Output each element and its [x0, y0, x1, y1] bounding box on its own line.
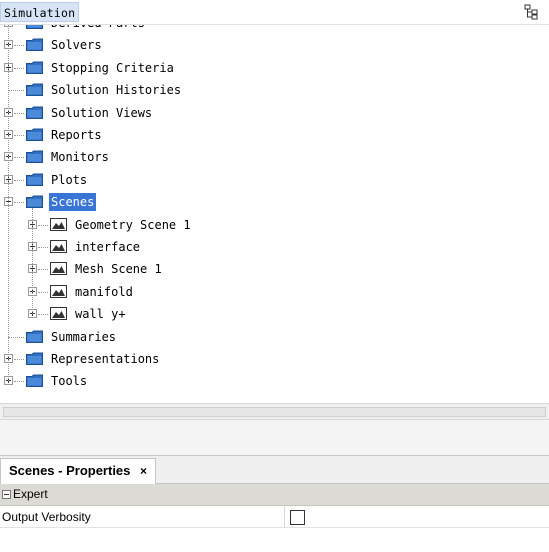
tree-item-folder[interactable]: Reports — [0, 124, 549, 146]
tree-connector — [8, 337, 24, 338]
tree-item-label[interactable]: Representations — [49, 350, 161, 368]
property-name: Output Verbosity — [2, 510, 91, 524]
tree-connector — [14, 135, 24, 136]
output-verbosity-checkbox[interactable] — [290, 510, 305, 525]
tree-guide-line — [32, 208, 33, 314]
column-divider — [284, 506, 285, 528]
tree-item-label[interactable]: Tools — [49, 372, 89, 390]
tree-item-label[interactable]: manifold — [73, 283, 135, 301]
tree-horizontal-scrollbar[interactable] — [0, 403, 549, 420]
tree-item-folder[interactable]: Solvers — [0, 34, 549, 56]
folder-icon — [26, 330, 43, 343]
scene-icon — [50, 262, 67, 275]
folder-icon — [26, 38, 43, 51]
tree-item-scene[interactable]: Mesh Scene 1 — [0, 258, 549, 280]
tree-item-label[interactable]: Monitors — [49, 148, 111, 166]
scene-icon — [50, 240, 67, 253]
expert-section-header[interactable]: Expert — [0, 484, 549, 506]
tree-connector — [14, 180, 24, 181]
folder-icon — [26, 173, 43, 186]
folder-icon — [26, 25, 43, 29]
tree-item-scene[interactable]: wall y+ — [0, 303, 549, 325]
tree-connector — [38, 225, 48, 226]
tree-item-label[interactable]: Reports — [49, 126, 104, 144]
tab-scenes-properties[interactable]: Scenes - Properties × — [0, 458, 157, 484]
tree-item-folder[interactable]: Derived Parts — [0, 25, 549, 34]
tree-item-label[interactable]: Solution Views — [49, 104, 154, 122]
tree-guide-line — [8, 25, 9, 381]
tree-item-scene[interactable]: manifold — [0, 281, 549, 303]
tree-connector — [14, 359, 24, 360]
tree-connector — [14, 157, 24, 158]
tree-item-folder[interactable]: Scenes — [0, 191, 549, 213]
tree-connector — [8, 90, 24, 91]
scene-icon — [50, 285, 67, 298]
tree-connector — [38, 314, 48, 315]
tree-item-folder[interactable]: Plots — [0, 169, 549, 191]
tree-connector — [14, 45, 24, 46]
tree-item-folder[interactable]: Representations — [0, 348, 549, 370]
scrollbar-thumb[interactable] — [3, 407, 546, 417]
scene-icon — [50, 307, 67, 320]
tree-item-scene[interactable]: interface — [0, 236, 549, 258]
collapse-icon[interactable] — [2, 490, 11, 499]
tree-item-label[interactable]: Derived Parts — [49, 25, 147, 32]
tree-item-folder[interactable]: Solution Views — [0, 102, 549, 124]
tree-connector — [14, 381, 24, 382]
tree-item-label[interactable]: Mesh Scene 1 — [73, 260, 164, 278]
close-icon[interactable]: × — [140, 464, 147, 478]
tree-item-label[interactable]: Stopping Criteria — [49, 59, 176, 77]
folder-icon — [26, 61, 43, 74]
folder-icon — [26, 150, 43, 163]
folder-icon — [26, 83, 43, 96]
tree-connector — [38, 247, 48, 248]
tree-item-folder[interactable]: Monitors — [0, 146, 549, 168]
panel-splitter[interactable] — [0, 420, 549, 456]
tree-item-label[interactable]: wall y+ — [73, 305, 128, 323]
simulation-title[interactable]: Simulation — [0, 2, 80, 22]
folder-icon — [26, 352, 43, 365]
folder-icon — [26, 195, 43, 208]
tree-item-scene[interactable]: Geometry Scene 1 — [0, 214, 549, 236]
tree-item-folder[interactable]: Solution Histories — [0, 79, 549, 101]
folder-icon — [26, 374, 43, 387]
section-label: Expert — [13, 487, 48, 501]
simulation-header: Simulation — [0, 0, 549, 24]
tree-connector — [38, 292, 48, 293]
tree-view-icon[interactable] — [523, 4, 539, 20]
tree-item-label[interactable]: Scenes — [49, 193, 97, 211]
tree-item-label[interactable]: Summaries — [49, 328, 118, 346]
folder-icon — [26, 128, 43, 141]
tree-item-folder[interactable]: Summaries — [0, 326, 549, 348]
properties-tabbar: Scenes - Properties × — [0, 456, 549, 484]
tree-connector — [14, 68, 24, 69]
tree-item-label[interactable]: Geometry Scene 1 — [73, 216, 193, 234]
tree-item-label[interactable]: Solvers — [49, 36, 104, 54]
property-row-output-verbosity: Output Verbosity — [0, 506, 549, 528]
tree-connector — [14, 113, 24, 114]
tree-item-folder[interactable]: Tools — [0, 370, 549, 392]
simulation-tree[interactable]: Derived Parts Solvers Stopping Criteria Sol… — [0, 24, 549, 403]
tree-item-label[interactable]: interface — [73, 238, 142, 256]
tab-label: Scenes - Properties — [9, 463, 131, 478]
tree-item-folder[interactable]: Stopping Criteria — [0, 57, 549, 79]
properties-empty-area — [0, 528, 549, 552]
tree-item-label[interactable]: Plots — [49, 171, 89, 189]
scene-icon — [50, 218, 67, 231]
tree-item-label[interactable]: Solution Histories — [49, 81, 183, 99]
folder-icon — [26, 106, 43, 119]
tree-connector — [14, 202, 24, 203]
tree-connector — [38, 269, 48, 270]
